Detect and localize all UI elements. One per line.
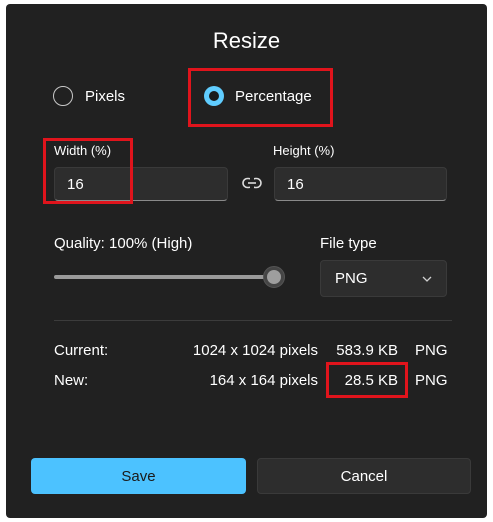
height-input[interactable] bbox=[274, 167, 447, 201]
radio-percentage-dot bbox=[209, 91, 219, 101]
file-type-select[interactable]: PNG bbox=[320, 260, 447, 297]
new-format: PNG bbox=[415, 372, 448, 389]
radio-percentage-label: Percentage bbox=[235, 87, 312, 105]
radio-pixels[interactable]: Pixels bbox=[53, 86, 125, 106]
width-label: Width (%) bbox=[54, 143, 112, 158]
file-type-label: File type bbox=[320, 235, 377, 252]
dialog-title: Resize bbox=[212, 28, 281, 53]
width-input[interactable] bbox=[54, 167, 228, 201]
height-label: Height (%) bbox=[273, 143, 335, 158]
screenshot-frame: Resize Pixels Percentage Width (%) 16 He… bbox=[0, 0, 493, 522]
radio-percentage[interactable]: Percentage bbox=[204, 86, 312, 106]
link-icon[interactable] bbox=[242, 176, 262, 190]
cancel-button[interactable]: Cancel bbox=[257, 458, 471, 494]
new-size: 28.5 KB bbox=[344, 372, 398, 389]
new-dimensions: 164 x 164 pixels bbox=[209, 372, 318, 389]
current-size: 583.9 KB bbox=[336, 342, 398, 359]
quality-label: Quality: 100% (High) bbox=[54, 235, 193, 252]
new-label: New: bbox=[54, 372, 89, 389]
file-type-value: PNG bbox=[335, 270, 368, 287]
divider bbox=[54, 320, 452, 321]
radio-percentage-indicator[interactable] bbox=[204, 86, 224, 106]
quality-slider-track[interactable] bbox=[54, 275, 276, 279]
save-button[interactable]: Save bbox=[31, 458, 246, 494]
quality-slider-thumb[interactable] bbox=[263, 266, 285, 288]
resize-dialog: Resize Pixels Percentage Width (%) 16 He… bbox=[6, 4, 487, 518]
quality-slider-thumb-center bbox=[267, 270, 281, 284]
current-label: Current: bbox=[54, 342, 109, 359]
current-dimensions: 1024 x 1024 pixels bbox=[192, 342, 318, 359]
current-format: PNG bbox=[415, 342, 448, 359]
chevron-down-icon bbox=[422, 276, 432, 282]
radio-pixels-indicator[interactable] bbox=[53, 86, 73, 106]
radio-pixels-label: Pixels bbox=[85, 87, 126, 105]
